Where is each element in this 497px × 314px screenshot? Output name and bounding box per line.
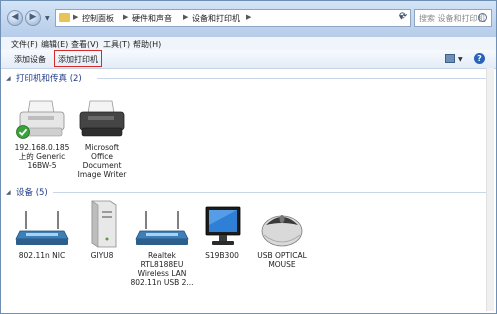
printer-generic-16bw5[interactable]: 192.168.0.185 上的 Generic 16BW-5: [9, 97, 75, 170]
device-label-line: S19B300: [205, 251, 239, 260]
device-usb-optical-mouse[interactable]: USB OPTICAL MOUSE: [249, 205, 315, 269]
printer-label-line: Microsoft: [84, 143, 120, 152]
printer-label-line: 192.168.0.185: [14, 143, 70, 152]
default-printer-check-icon: [16, 125, 30, 139]
change-view-icon[interactable]: [445, 54, 455, 63]
printer-label-line: Image Writer: [77, 170, 127, 179]
printer-label-line: Office: [91, 152, 113, 161]
device-label-line: GIYU8: [90, 251, 114, 260]
back-button[interactable]: ◀: [7, 10, 23, 26]
view-options-dropdown-icon[interactable]: ▼: [458, 56, 463, 63]
device-label-line: Wireless LAN: [137, 269, 187, 278]
search-input[interactable]: 搜索 设备和打印机: [414, 9, 492, 27]
menu-file[interactable]: 文件(F): [11, 39, 38, 50]
printer-icon: [79, 100, 125, 137]
mouse-icon: [261, 215, 303, 247]
device-label-line: RTL8188EU: [140, 260, 184, 269]
breadcrumb-separator-icon: ▶: [73, 13, 79, 21]
control-panel-folder-icon: [59, 13, 70, 22]
address-bar-area: ◀ ▶ ▼ ▶ 控制面板 ▶ 硬件和声音 ▶ 设备和打印机 ▶ ▼ ⟳ 搜索 设…: [1, 1, 496, 37]
breadcrumb-hardware-sound[interactable]: 硬件和声音: [132, 13, 172, 24]
breadcrumb-dropdown-icon[interactable]: ▶: [246, 13, 251, 21]
wifi-router-icon: [15, 211, 69, 245]
breadcrumb-control-panel[interactable]: 控制面板: [82, 13, 114, 24]
address-bar[interactable]: ▶ 控制面板 ▶ 硬件和声音 ▶ 设备和打印机 ▶ ▼: [55, 9, 411, 27]
breadcrumb-separator-icon: ▶: [183, 13, 189, 21]
wifi-router-icon: [135, 211, 189, 245]
printer-label-line: 上的 Generic: [18, 152, 66, 161]
breadcrumb-separator-icon: ▶: [123, 13, 129, 21]
group-header-devices[interactable]: 设备 (5): [16, 186, 48, 198]
collapse-chevron-icon[interactable]: ◢: [6, 189, 11, 196]
forward-button[interactable]: ▶: [25, 10, 41, 26]
menu-tools[interactable]: 工具(T): [103, 39, 130, 50]
group-divider: [53, 192, 487, 193]
device-realtek-rtl8188eu[interactable]: Realtek RTL8188EU Wireless LAN 802.11n U…: [129, 205, 195, 287]
device-label-line: 802.11n USB 2...: [130, 278, 194, 287]
device-giyu8[interactable]: GIYU8: [69, 197, 135, 260]
add-printer-highlight-box: [54, 50, 102, 67]
breadcrumb-devices-printers[interactable]: 设备和打印机: [192, 13, 240, 24]
device-802-11n-nic[interactable]: 802.11n NIC: [9, 205, 75, 260]
search-icon: [478, 13, 487, 22]
devices-and-printers-window: ◀ ▶ ▼ ▶ 控制面板 ▶ 硬件和声音 ▶ 设备和打印机 ▶ ▼ ⟳ 搜索 设…: [0, 0, 497, 314]
refresh-icon[interactable]: ⟳: [399, 11, 407, 22]
recent-pages-dropdown[interactable]: ▼: [45, 15, 50, 22]
collapse-chevron-icon[interactable]: ◢: [6, 75, 11, 82]
menu-view[interactable]: 查看(V): [71, 39, 99, 50]
device-s19b300[interactable]: S19B300: [189, 205, 255, 260]
computer-tower-icon: [91, 200, 117, 248]
menu-help[interactable]: 帮助(H): [133, 39, 161, 50]
add-device-button[interactable]: 添加设备: [14, 54, 46, 65]
device-label-line: USB OPTICAL: [257, 251, 307, 260]
menu-edit[interactable]: 编辑(E): [41, 39, 68, 50]
vertical-scrollbar[interactable]: [486, 68, 494, 311]
menu-bar: 文件(F) 编辑(E) 查看(V) 工具(T) 帮助(H): [1, 37, 496, 51]
group-header-printers[interactable]: 打印机和传真 (2): [16, 72, 82, 84]
help-icon[interactable]: ?: [474, 53, 485, 64]
printer-label-line: 16BW-5: [27, 161, 57, 170]
printer-microsoft-document-image-writer[interactable]: Microsoft Office Document Image Writer: [69, 97, 135, 179]
search-placeholder: 搜索 设备和打印机: [419, 14, 486, 23]
group-divider: [97, 78, 487, 79]
device-label-line: Realtek: [147, 251, 177, 260]
monitor-icon: [205, 206, 241, 245]
device-label-line: 802.11n NIC: [18, 251, 66, 260]
device-label-line: MOUSE: [268, 260, 296, 269]
printer-label-line: Document: [82, 161, 122, 170]
